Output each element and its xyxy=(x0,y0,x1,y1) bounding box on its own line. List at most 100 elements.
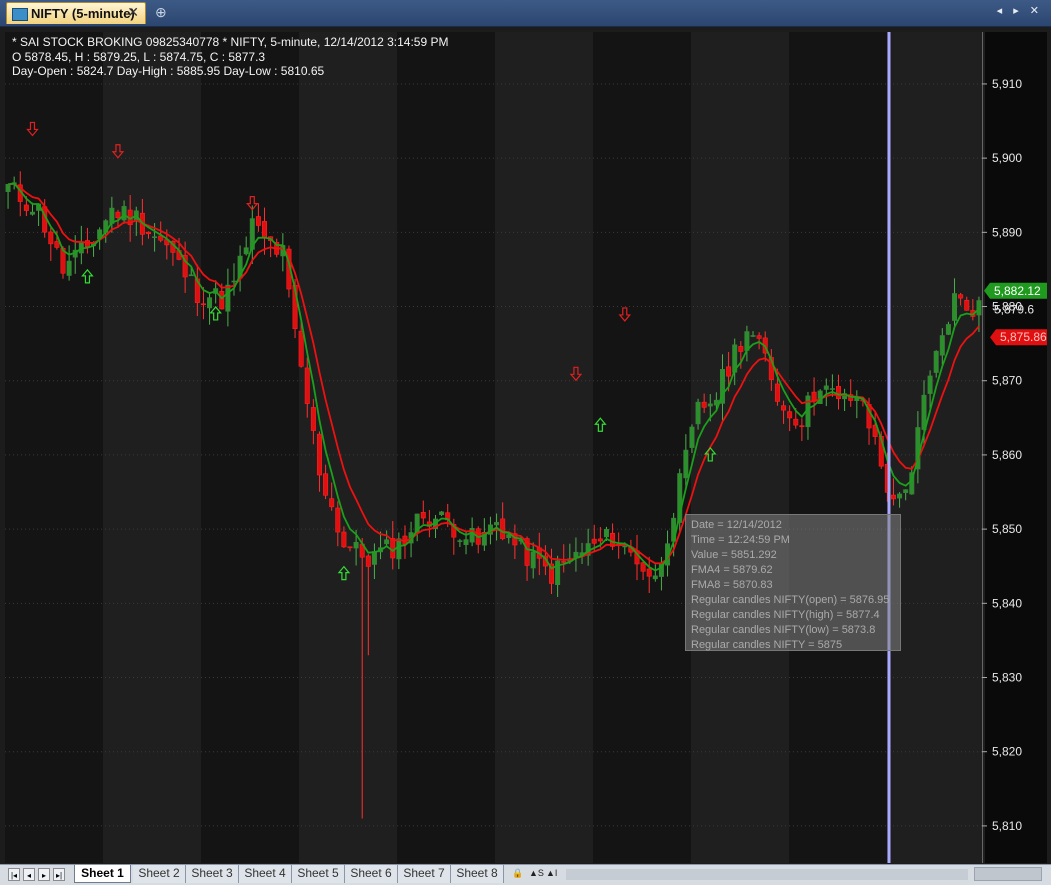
candle-body xyxy=(750,335,756,337)
candle-body xyxy=(890,494,896,500)
y-tick-label: 5,900 xyxy=(992,151,1022,165)
candle-body xyxy=(811,391,817,402)
candle-body xyxy=(774,383,780,402)
background-band xyxy=(887,32,985,863)
candle-body xyxy=(945,324,951,335)
candle-body xyxy=(298,330,304,367)
candle-body xyxy=(939,335,945,356)
candle-body xyxy=(5,183,11,192)
candle-body xyxy=(420,512,426,519)
candle-body xyxy=(371,551,377,565)
chart-pane[interactable]: 5,810 5,820 5,830 5,840 5,850 5,860 5,870 5,880… xyxy=(5,32,1047,863)
last-sheet-button[interactable]: ▸| xyxy=(53,868,65,881)
candle-body xyxy=(341,531,347,548)
candle-body xyxy=(207,297,213,309)
y-tick-label: 5,820 xyxy=(992,745,1022,759)
tab-sheet-4[interactable]: Sheet 4 xyxy=(239,865,292,883)
candle-body xyxy=(952,293,958,321)
chart-tab[interactable]: NIFTY (5-minute) ✕ xyxy=(6,2,146,24)
close-icon[interactable]: ✕ xyxy=(127,4,139,21)
window-nav-icons[interactable]: ◂ ▸ ✕ xyxy=(997,4,1043,17)
scale-s-icon[interactable]: ▲S xyxy=(529,868,544,878)
candle-body xyxy=(903,489,909,494)
candle-body xyxy=(756,335,762,339)
y-tick-label: 5,910 xyxy=(992,77,1022,91)
candle-body xyxy=(976,300,982,316)
candle-body xyxy=(646,568,652,577)
scale-i-icon[interactable]: ▲I xyxy=(546,868,557,878)
new-tab-icon[interactable]: ⊕ xyxy=(155,4,167,21)
candle-body xyxy=(787,411,793,419)
tooltip-low: Regular candles NIFTY(low) = 5873.8 xyxy=(691,624,876,636)
tab-sheet-5[interactable]: Sheet 5 xyxy=(292,865,345,883)
background-band xyxy=(201,32,299,863)
candle-body xyxy=(390,538,396,559)
tab-sheet-2[interactable]: Sheet 2 xyxy=(133,865,186,883)
candle-body xyxy=(494,522,500,526)
tooltip-fma8: FMA8 = 5870.83 xyxy=(691,579,773,591)
candle-body xyxy=(243,247,249,255)
candle-body xyxy=(353,541,359,549)
tab-sheet-8[interactable]: Sheet 8 xyxy=(451,865,504,883)
candle-body xyxy=(652,575,658,580)
tooltip-close: Regular candles NIFTY = 5875 xyxy=(691,639,843,651)
candle-body xyxy=(121,206,127,221)
tab-title: NIFTY (5-minute) xyxy=(31,6,135,21)
y-tick-label: 5,890 xyxy=(992,225,1022,239)
tab-sheet-6[interactable]: Sheet 6 xyxy=(345,865,398,883)
candle-body xyxy=(457,540,463,542)
lock-icon[interactable]: 🔒 xyxy=(512,868,523,879)
tooltip-fma4: FMA4 = 5879.62 xyxy=(691,564,773,576)
prev-sheet-button[interactable]: ◂ xyxy=(23,868,35,881)
candle-body xyxy=(927,375,933,394)
candle-body xyxy=(335,507,341,533)
background-band xyxy=(397,32,495,863)
candle-body xyxy=(793,418,799,426)
candle-body xyxy=(591,538,597,544)
price-chart[interactable]: 5,8105,8205,8305,8405,8505,8605,8705,880… xyxy=(5,32,1047,863)
candle-body xyxy=(561,561,567,563)
tab-sheet-7[interactable]: Sheet 7 xyxy=(398,865,451,883)
candle-body xyxy=(701,401,707,408)
fma8-value-label: 5,875.86 xyxy=(1000,330,1047,344)
candle-body xyxy=(255,216,261,226)
tab-sheet-1[interactable]: Sheet 1 xyxy=(74,865,131,883)
horizontal-scrollbar-track[interactable] xyxy=(566,869,968,880)
y-tick-label: 5,840 xyxy=(992,596,1022,610)
candle-body xyxy=(640,562,646,572)
candle-body xyxy=(439,511,445,516)
window-titlebar: NIFTY (5-minute) ✕ ⊕ ◂ ▸ ✕ xyxy=(0,0,1051,27)
y-tick-label: 5,810 xyxy=(992,819,1022,833)
candle-body xyxy=(323,473,329,496)
chart-info-header: * SAI STOCK BROKING 09825340778 * NIFTY,… xyxy=(12,35,448,79)
candle-body xyxy=(597,538,603,542)
candle-body xyxy=(66,260,72,276)
last-price-label: 5,879.6 xyxy=(994,302,1034,316)
tab-sheet-3[interactable]: Sheet 3 xyxy=(186,865,239,883)
candle-body xyxy=(726,366,732,377)
tooltip-value: Value = 5851.292 xyxy=(691,549,777,561)
candle-body xyxy=(200,303,206,306)
candle-body xyxy=(463,539,469,546)
candle-body xyxy=(384,539,390,545)
candle-body xyxy=(823,385,829,390)
candle-body xyxy=(316,433,322,476)
horizontal-scrollbar-thumb[interactable] xyxy=(974,867,1042,881)
fma4-value-label: 5,882.12 xyxy=(994,284,1041,298)
background-band xyxy=(5,32,103,863)
candle-body xyxy=(225,284,231,312)
candle-body xyxy=(933,350,939,373)
candle-body xyxy=(530,551,536,569)
candle-body xyxy=(396,538,402,560)
candle-body xyxy=(829,388,835,390)
y-tick-label: 5,870 xyxy=(992,374,1022,388)
background-band xyxy=(299,32,397,863)
candle-body xyxy=(781,405,787,411)
candle-body xyxy=(500,518,506,539)
tooltip-high: Regular candles NIFTY(high) = 5877.4 xyxy=(691,609,880,621)
sheet-bar: |◂ ◂ ▸ ▸| Sheet 1 Sheet 2 Sheet 3 Sheet … xyxy=(0,864,1051,885)
next-sheet-button[interactable]: ▸ xyxy=(38,868,50,881)
candle-body xyxy=(964,299,970,311)
first-sheet-button[interactable]: |◂ xyxy=(8,868,20,881)
info-day-range: Day-Open : 5824.7 Day-High : 5885.95 Day… xyxy=(12,64,325,78)
